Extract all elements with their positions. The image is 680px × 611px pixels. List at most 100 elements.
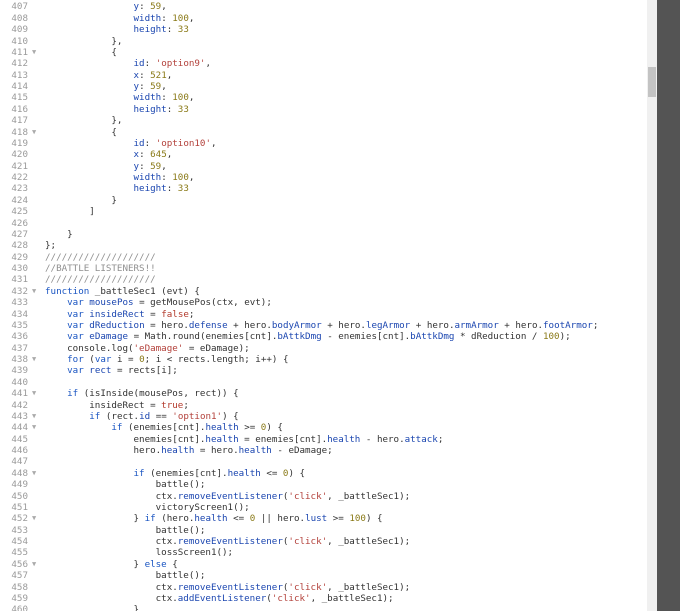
code-token: (enemies[cnt]. bbox=[144, 467, 228, 479]
code-token: health bbox=[227, 467, 261, 479]
fold-arrow-icon[interactable]: ▼ bbox=[32, 513, 40, 524]
fold-arrow-icon[interactable]: ▼ bbox=[32, 127, 40, 138]
code-line[interactable]: 422 width: 100, bbox=[0, 172, 647, 183]
code-line[interactable]: 426 bbox=[0, 218, 647, 229]
code-line[interactable]: 452 ▼ } if (hero.health <= 0 || hero.lust… bbox=[0, 513, 647, 524]
code-line[interactable]: 431 //////////////////// bbox=[0, 274, 647, 285]
code-line[interactable]: 436 var eDamage = Math.round(enemies[cnt… bbox=[0, 331, 647, 342]
scrollbar-thumb[interactable] bbox=[648, 67, 656, 97]
fold-arrow-icon[interactable]: ▼ bbox=[32, 47, 40, 58]
code-line[interactable]: 417 }, bbox=[0, 115, 647, 126]
line-number: 447 bbox=[11, 456, 28, 468]
fold-arrow-icon[interactable]: ▼ bbox=[32, 354, 40, 365]
code-token: width bbox=[133, 92, 162, 104]
code-line[interactable]: 433 var mousePos = getMousePos(ctx, evt)… bbox=[0, 297, 647, 308]
code-token: , bbox=[161, 81, 167, 92]
code-line[interactable]: 454 ctx.removeEventListener('click', _ba… bbox=[0, 536, 647, 547]
code-line[interactable]: 418 ▼ { bbox=[0, 127, 647, 138]
code-line[interactable]: 411 ▼ { bbox=[0, 47, 647, 58]
line-content: }; bbox=[45, 240, 56, 251]
fold-arrow-icon[interactable]: ▼ bbox=[32, 388, 40, 399]
code-line[interactable]: 441 ▼ if (isInside(mousePos, rect)) { bbox=[0, 388, 647, 399]
code-line[interactable]: 408 width: 100, bbox=[0, 13, 647, 24]
fold-arrow-icon[interactable]: ▼ bbox=[32, 411, 40, 422]
code-line[interactable]: 440 bbox=[0, 377, 647, 388]
code-line[interactable]: 455 lossScreen1(); bbox=[0, 547, 647, 558]
code-line[interactable]: 432 ▼ function _battleSec1 (evt) { bbox=[0, 286, 647, 297]
code-line[interactable]: 443 ▼ if (rect.id == 'option1') { bbox=[0, 411, 647, 422]
code-line[interactable]: 407 y: 59, bbox=[0, 1, 647, 12]
code-token: ; bbox=[592, 319, 599, 331]
code-lines[interactable]: 406 x: 521,407 y: 59,408 width: 100,409 … bbox=[0, 0, 647, 611]
line-number: 459 bbox=[11, 592, 28, 604]
line-number: 460 bbox=[11, 604, 28, 611]
vertical-scrollbar[interactable] bbox=[647, 0, 657, 611]
fold-arrow-icon[interactable]: ▼ bbox=[32, 559, 40, 570]
code-line[interactable]: 457 battle(); bbox=[0, 570, 647, 581]
code-line[interactable]: 446 hero.health = hero.health - eDamage; bbox=[0, 445, 647, 456]
code-line[interactable]: 430 //BATTLE LISTENERS!! bbox=[0, 263, 647, 274]
code-line[interactable]: 424 } bbox=[0, 195, 647, 206]
code-line[interactable]: 439 var rect = rects[i]; bbox=[0, 365, 647, 376]
code-line[interactable]: 410 }, bbox=[0, 36, 647, 47]
line-content: width: 100, bbox=[45, 92, 195, 104]
code-token: legArmor bbox=[365, 319, 411, 331]
code-line[interactable]: 449 battle(); bbox=[0, 479, 647, 490]
code-token: + hero. bbox=[498, 319, 544, 331]
code-token: 100 bbox=[172, 12, 189, 24]
code-token: 'click' bbox=[288, 581, 328, 593]
code-line[interactable]: 414 y: 59, bbox=[0, 81, 647, 92]
fold-arrow-icon[interactable]: ▼ bbox=[32, 468, 40, 479]
code-token: 59 bbox=[150, 160, 162, 172]
code-line[interactable]: 416 height: 33 bbox=[0, 104, 647, 115]
code-line[interactable]: 444 ▼ if (enemies[cnt].health >= 0) { bbox=[0, 422, 647, 433]
line-content: ctx.addEventListener('click', _battleSec… bbox=[45, 593, 394, 604]
code-line[interactable]: 437 console.log('eDamage' = eDamage); bbox=[0, 343, 647, 354]
code-line[interactable]: 415 width: 100, bbox=[0, 92, 647, 103]
code-line[interactable]: 412 id: 'option9', bbox=[0, 58, 647, 69]
code-line[interactable]: 421 y: 59, bbox=[0, 161, 647, 172]
fold-arrow-icon[interactable]: ▼ bbox=[32, 422, 40, 433]
code-line[interactable]: 419 id: 'option10', bbox=[0, 138, 647, 149]
code-line[interactable]: 447 bbox=[0, 456, 647, 467]
code-line[interactable]: 409 height: 33 bbox=[0, 24, 647, 35]
code-line[interactable]: 423 height: 33 bbox=[0, 183, 647, 194]
line-content: var eDamage = Math.round(enemies[cnt].bA… bbox=[45, 331, 571, 342]
code-token: var bbox=[67, 319, 84, 331]
code-token: hero. bbox=[45, 445, 162, 456]
line-content: { bbox=[45, 47, 117, 58]
code-line[interactable]: 425 ] bbox=[0, 206, 647, 217]
code-line[interactable]: 445 enemies[cnt].health = enemies[cnt].h… bbox=[0, 434, 647, 445]
code-line[interactable]: 458 ctx.removeEventListener('click', _ba… bbox=[0, 582, 647, 593]
code-token: if bbox=[144, 513, 156, 525]
line-content: } bbox=[45, 604, 140, 611]
code-line[interactable]: 420 x: 645, bbox=[0, 149, 647, 160]
code-token: 'eDamage' bbox=[133, 342, 184, 354]
line-content: if (enemies[cnt].health >= 0) { bbox=[45, 422, 283, 433]
code-token: { bbox=[166, 558, 178, 570]
code-line[interactable]: 450 ctx.removeEventListener('click', _ba… bbox=[0, 491, 647, 502]
code-line[interactable]: 435 var dReduction = hero.defense + hero… bbox=[0, 320, 647, 331]
code-editor[interactable]: 406 x: 521,407 y: 59,408 width: 100,409 … bbox=[0, 0, 647, 611]
code-line[interactable]: 438 ▼ for (var i = 0; i < rects.length; i… bbox=[0, 354, 647, 365]
code-line[interactable]: 434 var insideRect = false; bbox=[0, 309, 647, 320]
code-token: lossScreen1(); bbox=[45, 547, 234, 559]
code-line[interactable]: 442 insideRect = true; bbox=[0, 400, 647, 411]
code-line[interactable]: 460 } bbox=[0, 604, 647, 611]
code-line[interactable]: 453 battle(); bbox=[0, 525, 647, 536]
code-token: dReduction bbox=[89, 319, 145, 331]
code-line[interactable]: 427 } bbox=[0, 229, 647, 240]
line-number: 449 bbox=[11, 479, 28, 491]
code-line[interactable]: 459 ctx.addEventListener('click', _battl… bbox=[0, 593, 647, 604]
code-line[interactable]: 428}; bbox=[0, 240, 647, 251]
code-line[interactable]: 448 ▼ if (enemies[cnt].health <= 0) { bbox=[0, 468, 647, 479]
code-line[interactable]: 429 //////////////////// bbox=[0, 252, 647, 263]
fold-arrow-icon[interactable]: ▼ bbox=[32, 286, 40, 297]
line-content: ctx.removeEventListener('click', _battle… bbox=[45, 491, 411, 502]
code-line[interactable]: 451 victoryScreen1(); bbox=[0, 502, 647, 513]
line-number: 451 bbox=[11, 501, 28, 513]
code-line[interactable]: 413 x: 521, bbox=[0, 70, 647, 81]
code-line[interactable]: 456 ▼ } else { bbox=[0, 559, 647, 570]
